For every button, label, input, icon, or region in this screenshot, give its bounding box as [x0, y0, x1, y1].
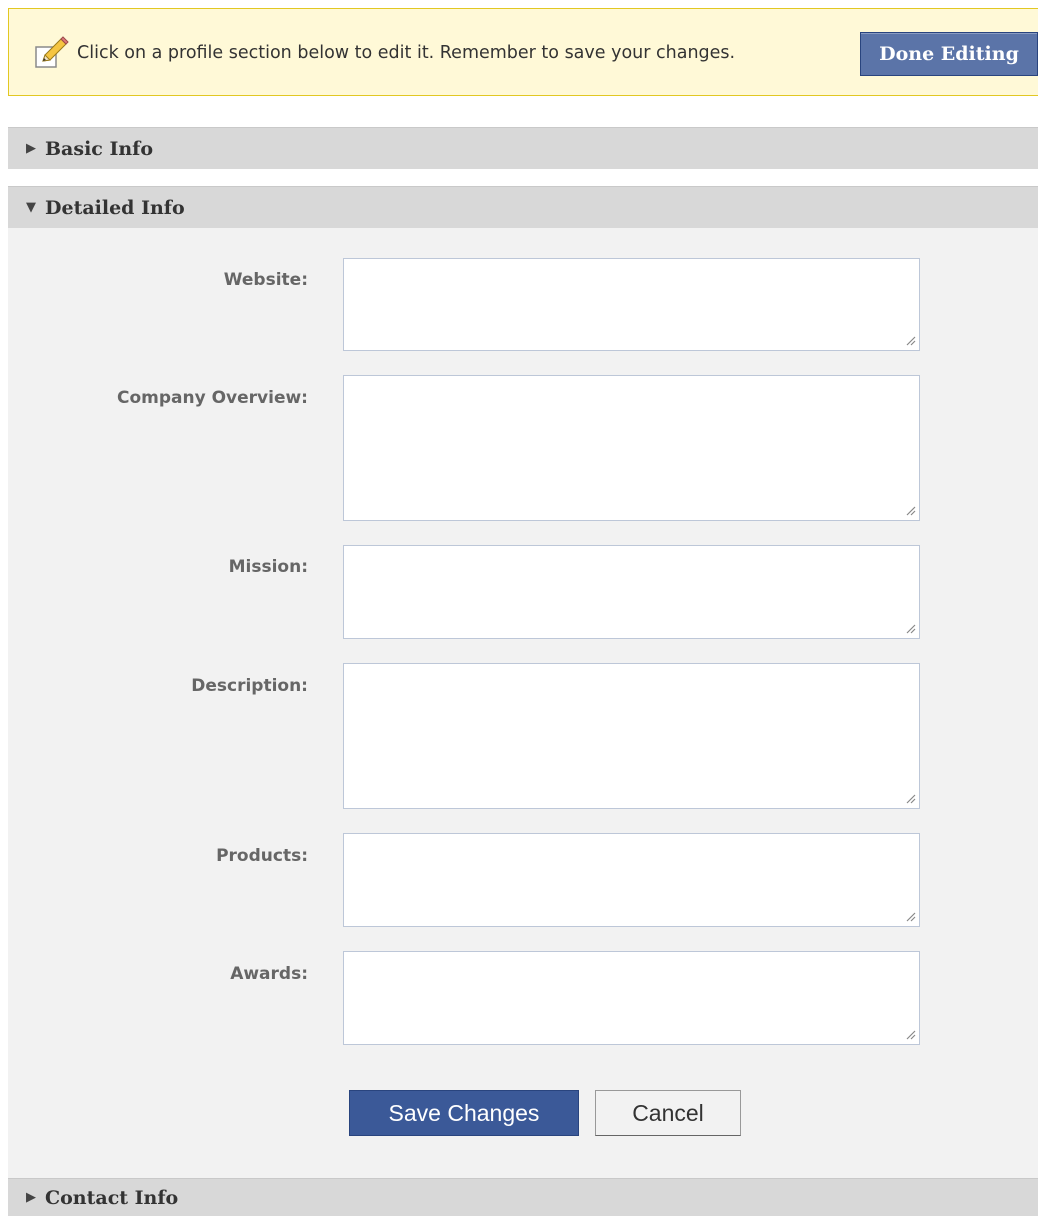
collapse-arrow-icon: ▼: [26, 200, 36, 215]
done-editing-button[interactable]: Done Editing: [860, 32, 1038, 76]
edit-profile-page: Click on a profile section below to edit…: [0, 0, 1038, 1216]
save-changes-button[interactable]: Save Changes: [349, 1090, 579, 1136]
products-field[interactable]: [343, 833, 920, 927]
company-overview-field[interactable]: [343, 375, 920, 521]
mission-field[interactable]: [343, 545, 920, 639]
section-title-contact-info: Contact Info: [45, 1186, 179, 1209]
website-label: Website:: [223, 270, 308, 290]
description-label: Description:: [191, 676, 308, 696]
edit-notice-banner: Click on a profile section below to edit…: [8, 8, 1038, 96]
section-header-basic-info[interactable]: ▶ Basic Info: [8, 127, 1038, 169]
section-title-basic-info: Basic Info: [45, 137, 154, 160]
description-field[interactable]: [343, 663, 920, 809]
products-label: Products:: [216, 846, 308, 866]
notice-text: Click on a profile section below to edit…: [77, 43, 736, 63]
section-header-detailed-info[interactable]: ▼ Detailed Info: [8, 186, 1038, 228]
expand-arrow-icon: ▶: [26, 1190, 36, 1205]
awards-label: Awards:: [230, 964, 308, 984]
company-overview-label: Company Overview:: [116, 388, 308, 408]
awards-field[interactable]: [343, 951, 920, 1045]
pencil-edit-icon: [35, 36, 69, 68]
website-field[interactable]: [343, 258, 920, 351]
detailed-info-form: Website: Company Overview: Mission: Desc…: [8, 228, 1038, 1178]
cancel-button[interactable]: Cancel: [595, 1090, 741, 1136]
section-header-contact-info[interactable]: ▶ Contact Info: [8, 1178, 1038, 1216]
expand-arrow-icon: ▶: [26, 141, 36, 156]
section-title-detailed-info: Detailed Info: [45, 196, 185, 219]
mission-label: Mission:: [228, 557, 308, 577]
